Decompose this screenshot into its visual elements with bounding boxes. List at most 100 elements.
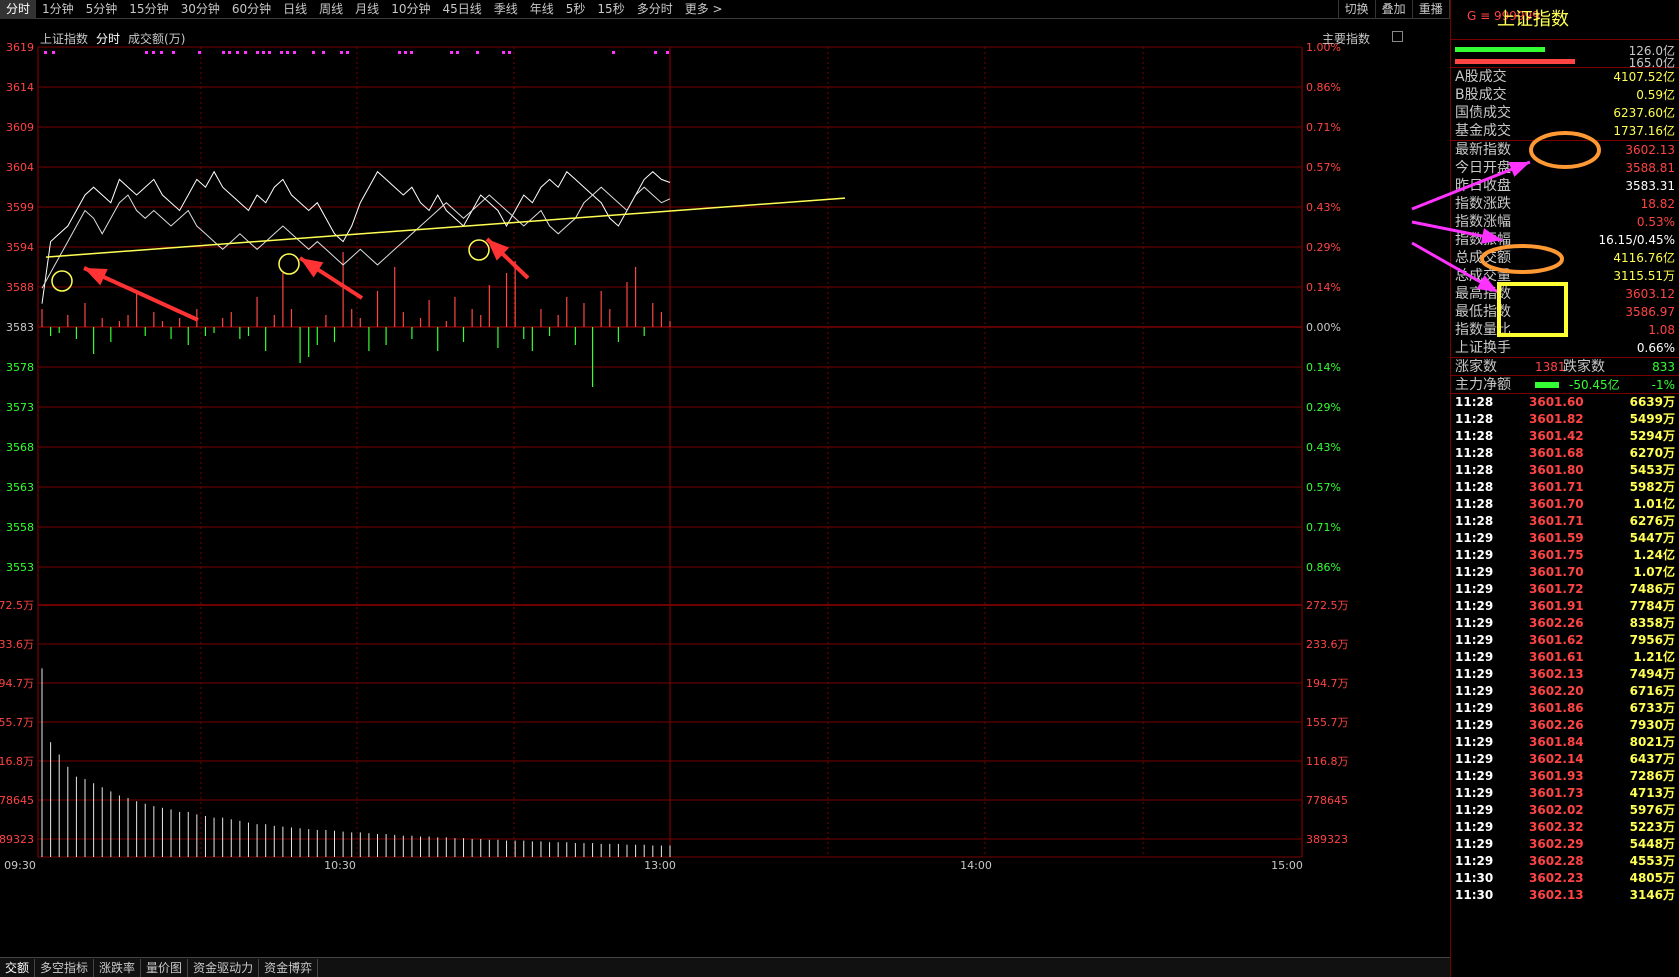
down-count: 833 xyxy=(1652,360,1675,374)
period-tab-13[interactable]: 5秒 xyxy=(560,0,592,19)
tick-time: 11:29 xyxy=(1455,616,1494,630)
period-tab-5[interactable]: 60分钟 xyxy=(226,0,277,19)
indicator-tab-4[interactable]: 资金驱动力 xyxy=(188,958,260,977)
stat-value: 3588.81 xyxy=(1625,161,1675,175)
price-line xyxy=(41,170,671,304)
tick-price: 3601.80 xyxy=(1529,463,1584,477)
tick-volume: 5447万 xyxy=(1629,531,1675,545)
tick-volume: 5448万 xyxy=(1629,837,1675,851)
time-axis-label: 10:30 xyxy=(324,859,356,872)
tick-volume: 7784万 xyxy=(1629,599,1675,613)
tick-list[interactable]: 11:28 3601.60 6639万 11:28 3601.82 5499万 11:28 3… xyxy=(1451,394,1679,904)
volume-axis-label-right: 272.5万 xyxy=(1306,599,1349,612)
pct-axis-label: 0.14% xyxy=(1306,361,1341,374)
tool-button-0[interactable]: 切换 xyxy=(1337,0,1375,19)
period-tab-15[interactable]: 多分时 xyxy=(631,0,679,19)
indicator-tab-3[interactable]: 量价图 xyxy=(141,958,189,977)
indicator-tab-5[interactable]: 资金博弈 xyxy=(259,958,319,977)
tick-time: 11:28 xyxy=(1455,412,1494,426)
signal-dot xyxy=(160,51,163,54)
tick-time: 11:28 xyxy=(1455,514,1494,528)
main-index-button[interactable]: 主要指数 xyxy=(1318,30,1374,47)
stat-label: 国债成交 xyxy=(1455,105,1511,121)
period-tab-10[interactable]: 45日线 xyxy=(436,0,487,19)
period-tab-8[interactable]: 月线 xyxy=(349,0,385,19)
tick-price: 3602.20 xyxy=(1529,684,1584,698)
tick-time: 11:28 xyxy=(1455,446,1494,460)
stat-value: 3586.97 xyxy=(1625,305,1675,319)
tick-row: 11:29 3601.70 1.07亿 xyxy=(1451,564,1679,581)
tool-button-1[interactable]: 叠加 xyxy=(1374,0,1412,19)
up-count: 1381 xyxy=(1535,360,1566,374)
signal-dot xyxy=(262,51,265,54)
tool-button-2[interactable]: 重播 xyxy=(1411,0,1449,19)
price-axis-label: 3553 xyxy=(6,561,34,574)
up-count-label: 涨家数 xyxy=(1455,359,1497,375)
tick-price: 3601.72 xyxy=(1529,582,1584,596)
period-tab-9[interactable]: 10分钟 xyxy=(385,0,436,19)
stat-value: 0.59亿 xyxy=(1636,88,1675,102)
pct-axis-label: 0.57% xyxy=(1306,481,1341,494)
tick-price: 3601.60 xyxy=(1529,395,1584,409)
period-tab-0[interactable]: 分时 xyxy=(0,0,37,19)
tick-time: 11:29 xyxy=(1455,684,1494,698)
period-tab-16[interactable]: 更多 > xyxy=(679,0,729,19)
indicator-tab-0[interactable]: 交额 xyxy=(0,958,36,977)
main-force-label: 主力净额 xyxy=(1455,377,1511,393)
tick-volume: 6437万 xyxy=(1629,752,1675,766)
indicator-tabs: 交额 多空指标 涨跌率 量价图 资金驱动力 资金博弈 xyxy=(0,957,1450,977)
period-tab-14[interactable]: 15秒 xyxy=(591,0,630,19)
period-tab-2[interactable]: 5分钟 xyxy=(80,0,124,19)
period-tab-3[interactable]: 15分钟 xyxy=(123,0,174,19)
tick-volume: 6276万 xyxy=(1629,514,1675,528)
period-tab-12[interactable]: 年线 xyxy=(524,0,560,19)
tick-row: 11:29 3602.14 6437万 xyxy=(1451,751,1679,768)
tick-volume: 8021万 xyxy=(1629,735,1675,749)
tick-time: 11:29 xyxy=(1455,667,1494,681)
signal-dot xyxy=(44,51,47,54)
leading-index-line xyxy=(41,186,671,289)
tick-row: 11:29 3602.28 4553万 xyxy=(1451,853,1679,870)
turnover-stats: A股成交 4107.52亿 B股成交 0.59亿 国债成交 6237.60亿 基金成交 173… xyxy=(1451,68,1679,141)
volume-axis-label-right: 778645 xyxy=(1306,794,1348,807)
indicator-tab-1[interactable]: 多空指标 xyxy=(35,958,95,977)
intraday-chart: 3619 1.00% 3614 0.86% 3609 0.71% 3604 0.57% 3599… xyxy=(0,20,1450,977)
tick-price: 3602.29 xyxy=(1529,837,1584,851)
period-tab-1[interactable]: 1分钟 xyxy=(36,0,80,19)
time-axis-label: 09:30 xyxy=(4,859,36,872)
chart-canvas[interactable]: 3619 1.00%3614 0.86%3609 0.71%3604 0.57%3599… xyxy=(0,20,1450,957)
down-count-label: 跌家数 xyxy=(1563,359,1605,375)
period-tab-7[interactable]: 周线 xyxy=(313,0,349,19)
signal-dot xyxy=(145,51,148,54)
period-tab-11[interactable]: 季线 xyxy=(488,0,524,19)
tick-price: 3602.23 xyxy=(1529,871,1584,885)
tick-row: 11:29 3602.32 5223万 xyxy=(1451,819,1679,836)
signal-dot xyxy=(222,51,225,54)
volume-axis-label: 33.6万 xyxy=(0,638,34,651)
tick-time: 11:28 xyxy=(1455,463,1494,477)
tick-volume: 7286万 xyxy=(1629,769,1675,783)
signal-dot xyxy=(322,51,325,54)
stat-row: 上证换手 0.66% xyxy=(1451,339,1679,357)
stat-value: 3115.51万 xyxy=(1613,269,1675,283)
indicator-tab-2[interactable]: 涨跌率 xyxy=(94,958,142,977)
tick-row: 11:28 3601.71 6276万 xyxy=(1451,513,1679,530)
period-tab-6[interactable]: 日线 xyxy=(277,0,313,19)
tick-price: 3601.61 xyxy=(1529,650,1584,664)
stat-row: 指数振幅 16.15/0.45% xyxy=(1451,231,1679,249)
stat-row: 今日开盘 3588.81 xyxy=(1451,159,1679,177)
pct-axis-label: 0.14% xyxy=(1306,281,1341,294)
stat-label: 指数涨跌 xyxy=(1455,196,1511,212)
pct-axis-label: 0.86% xyxy=(1306,561,1341,574)
breadth-row: 涨家数 1381 跌家数 833 xyxy=(1451,358,1679,376)
tick-time: 11:29 xyxy=(1455,650,1494,664)
stat-value: 1737.16亿 xyxy=(1613,124,1675,138)
period-tab-4[interactable]: 30分钟 xyxy=(175,0,226,19)
main-index-toggle-icon[interactable] xyxy=(1392,31,1403,42)
signal-dot xyxy=(280,51,283,54)
signal-dot xyxy=(236,51,239,54)
stat-label: 上证换手 xyxy=(1455,340,1511,356)
stat-value: 18.82 xyxy=(1640,197,1675,211)
tick-volume: 1.01亿 xyxy=(1633,497,1675,511)
stat-row: 最高指数 3603.12 xyxy=(1451,285,1679,303)
